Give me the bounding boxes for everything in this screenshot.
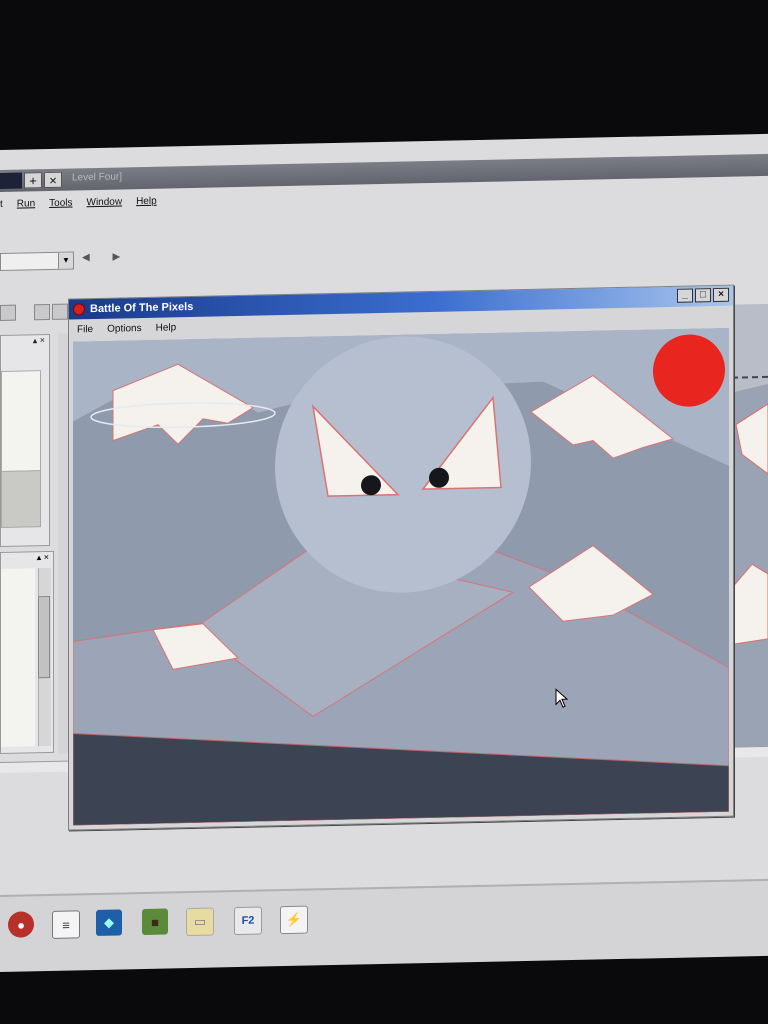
game-window: Battle Of The Pixels _ □ × File Options … <box>68 284 734 831</box>
game-scene <box>73 327 729 826</box>
chevron-down-icon[interactable]: ▼ <box>58 252 73 269</box>
ide-menu-tools[interactable]: Tools <box>49 192 72 214</box>
monitor-screen: + × Level Four] t Run Tools Window Help … <box>0 133 768 972</box>
game-active-icon[interactable]: ⚡ <box>280 905 308 935</box>
game-canvas[interactable] <box>73 327 729 826</box>
blue-app-icon[interactable]: ◆ <box>96 909 122 936</box>
ide-add-button[interactable]: + <box>24 172 42 189</box>
toolbar-tool-icon[interactable] <box>0 304 16 321</box>
ide-left-panel-bottom: ▴ × <box>0 550 54 754</box>
ruby-app-icon <box>73 303 85 316</box>
align-center-icon[interactable] <box>52 303 68 320</box>
close-button[interactable]: × <box>713 287 729 303</box>
ide-menu-window[interactable]: Window <box>87 191 123 214</box>
ide-tab-dark[interactable] <box>0 172 22 189</box>
game-menu-options[interactable]: Options <box>107 323 141 335</box>
align-left-icon[interactable] <box>34 303 50 321</box>
panel-controls[interactable]: ▴ × <box>1 335 49 352</box>
game-window-title: Battle Of The Pixels <box>90 300 194 316</box>
ide-menu-run[interactable]: Run <box>17 193 35 215</box>
ide-nav-arrows[interactable]: ◀ ▶ <box>82 251 130 263</box>
panel-content <box>1 370 41 473</box>
ide-menu-help[interactable]: Help <box>136 191 157 213</box>
ide-config-dropdown[interactable]: ▼ <box>0 251 74 271</box>
scrollbar-thumb[interactable] <box>38 595 50 679</box>
maximize-button[interactable]: □ <box>695 288 711 303</box>
ruby-red-icon[interactable]: ● <box>8 911 34 938</box>
grass-block-icon[interactable]: ■ <box>142 908 168 936</box>
browser-icon[interactable]: F2 <box>234 906 262 936</box>
ide-close-button[interactable]: × <box>44 171 62 189</box>
panel-controls[interactable]: ▴ × <box>1 552 53 567</box>
notepad-icon[interactable]: ≡ <box>52 910 80 939</box>
game-menu-file[interactable]: File <box>77 324 93 335</box>
panel-content-shaded <box>1 470 41 528</box>
folder-icon[interactable]: ▭ <box>186 907 214 937</box>
game-menu-help[interactable]: Help <box>156 322 177 333</box>
mouse-cursor-icon <box>555 688 569 708</box>
panel-content <box>1 568 35 747</box>
ide-menu-partial[interactable]: t <box>0 194 3 216</box>
minimize-button[interactable]: _ <box>677 288 693 303</box>
ide-left-panel-top: ▴ × <box>0 333 50 547</box>
taskbar: ● ≡ ◆ ■ ▭ F2 ⚡ <box>0 878 768 972</box>
ide-title: Level Four] <box>72 171 123 184</box>
